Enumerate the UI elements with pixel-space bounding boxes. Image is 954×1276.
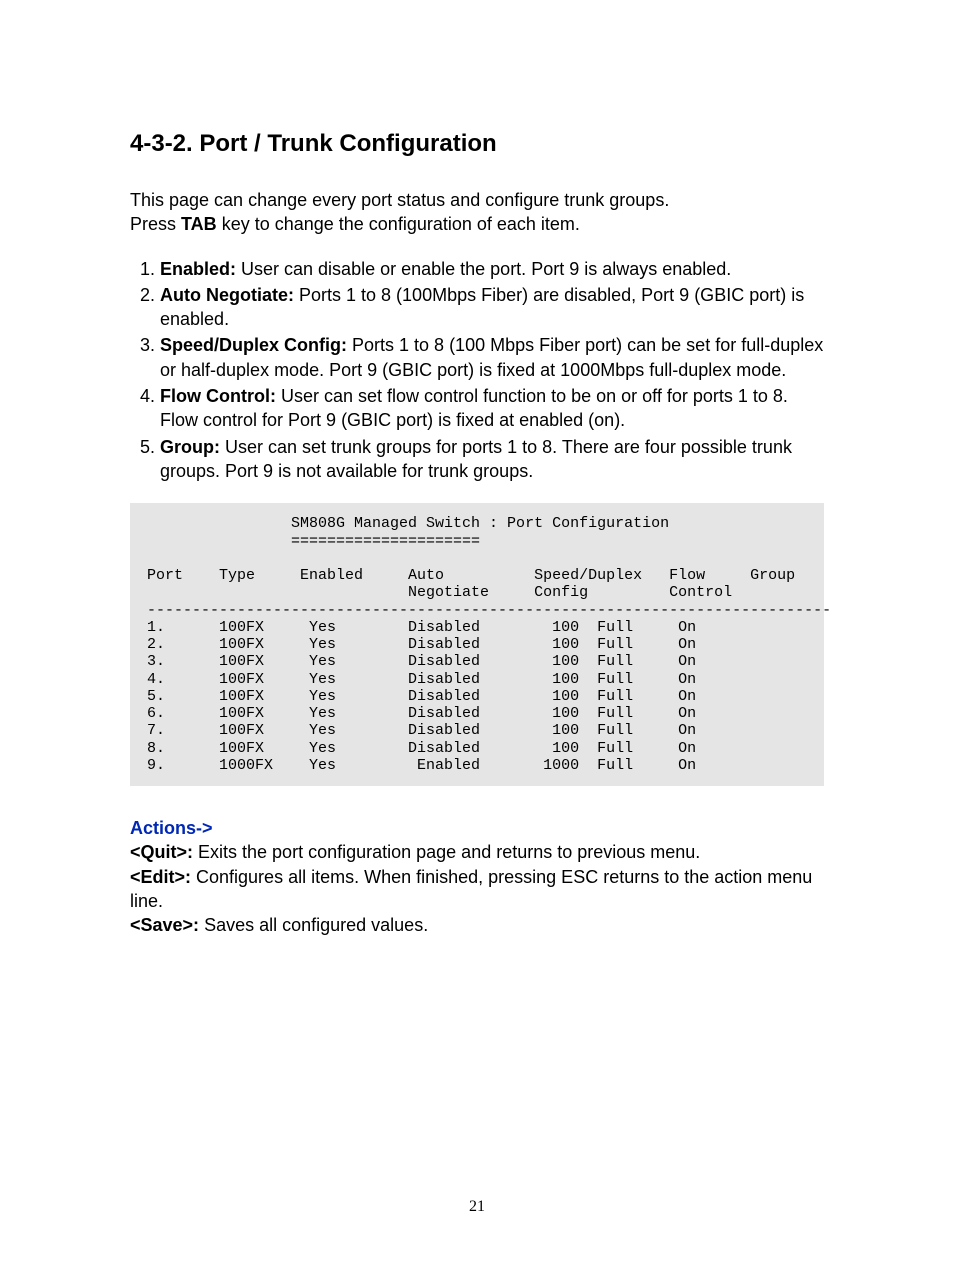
intro-line-2c: key to change the configuration of each …	[217, 214, 580, 234]
terminal-header-2: Negotiate Config Control	[138, 584, 732, 601]
terminal-row: 6. 100FX Yes Disabled 100 Full On	[138, 705, 696, 722]
action-text: Exits the port configuration page and re…	[193, 842, 700, 862]
list-item: Group: User can set trunk groups for por…	[160, 435, 824, 484]
intro-line-1: This page can change every port status a…	[130, 190, 669, 210]
action-text: Saves all configured values.	[199, 915, 428, 935]
config-options-list: Enabled: User can disable or enable the …	[130, 257, 824, 484]
action-item: <Edit>: Configures all items. When finis…	[130, 865, 824, 914]
action-item: <Save>: Saves all configured values.	[130, 913, 824, 937]
action-label: <Save>:	[130, 915, 199, 935]
section-heading: 4-3-2. Port / Trunk Configuration	[130, 130, 824, 158]
actions-heading: Actions->	[130, 816, 824, 840]
terminal-header-1: Port Type Enabled Auto Speed/Duplex Flow…	[138, 567, 795, 584]
action-text: Configures all items. When finished, pre…	[130, 867, 812, 911]
terminal-separator: ----------------------------------------…	[138, 602, 831, 619]
action-label: <Quit>:	[130, 842, 193, 862]
terminal-row: 1. 100FX Yes Disabled 100 Full On	[138, 619, 696, 636]
item-text: User can set trunk groups for ports 1 to…	[160, 437, 792, 481]
item-label: Group:	[160, 437, 220, 457]
actions-section: Actions-> <Quit>: Exits the port configu…	[130, 816, 824, 937]
terminal-row: 3. 100FX Yes Disabled 100 Full On	[138, 653, 696, 670]
terminal-row: 4. 100FX Yes Disabled 100 Full On	[138, 671, 696, 688]
list-item: Auto Negotiate: Ports 1 to 8 (100Mbps Fi…	[160, 283, 824, 332]
list-item: Speed/Duplex Config: Ports 1 to 8 (100 M…	[160, 333, 824, 382]
action-item: <Quit>: Exits the port configuration pag…	[130, 840, 824, 864]
terminal-row: 7. 100FX Yes Disabled 100 Full On	[138, 722, 696, 739]
terminal-row: 8. 100FX Yes Disabled 100 Full On	[138, 740, 696, 757]
list-item: Enabled: User can disable or enable the …	[160, 257, 824, 281]
terminal-row: 2. 100FX Yes Disabled 100 Full On	[138, 636, 696, 653]
action-label: <Edit>:	[130, 867, 191, 887]
terminal-row: 5. 100FX Yes Disabled 100 Full On	[138, 688, 696, 705]
terminal-row: 9. 1000FX Yes Enabled 1000 Full On	[138, 757, 696, 774]
item-text: User can disable or enable the port. Por…	[236, 259, 731, 279]
tab-key-label: TAB	[181, 214, 217, 234]
document-page: 4-3-2. Port / Trunk Configuration This p…	[0, 0, 954, 1276]
item-label: Speed/Duplex Config:	[160, 335, 347, 355]
list-item: Flow Control: User can set flow control …	[160, 384, 824, 433]
intro-paragraph: This page can change every port status a…	[130, 188, 824, 237]
item-label: Auto Negotiate:	[160, 285, 294, 305]
terminal-title: SM808G Managed Switch : Port Configurati…	[138, 515, 669, 532]
terminal-screenshot: SM808G Managed Switch : Port Configurati…	[130, 503, 824, 786]
page-number: 21	[130, 1198, 824, 1216]
item-label: Flow Control:	[160, 386, 276, 406]
terminal-divider: =====================	[138, 533, 480, 550]
intro-line-2a: Press	[130, 214, 181, 234]
item-label: Enabled:	[160, 259, 236, 279]
